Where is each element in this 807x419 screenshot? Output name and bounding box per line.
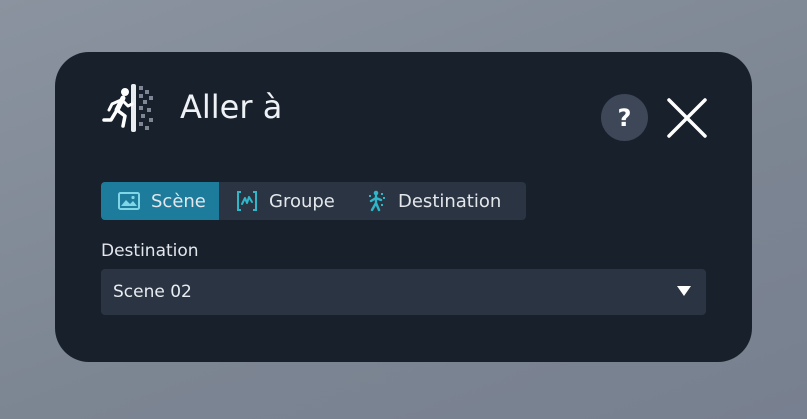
goto-dialog: Aller à ? Scène Groupe Destination Desti… — [55, 52, 752, 362]
close-icon[interactable] — [665, 96, 709, 140]
destination-select[interactable]: Scene 02 — [101, 269, 706, 315]
help-button[interactable]: ? — [601, 94, 648, 141]
tab-scene-label: Scène — [151, 190, 206, 212]
destination-figure-icon — [369, 190, 385, 212]
tab-destination[interactable]: Destination — [348, 182, 526, 220]
target-type-tabs: Scène Groupe Destination — [101, 182, 526, 220]
runner-portal-icon — [102, 84, 153, 132]
tab-groupe[interactable]: Groupe — [219, 182, 348, 220]
destination-select-value: Scene 02 — [113, 282, 192, 302]
tab-destination-label: Destination — [398, 190, 502, 212]
destination-field-label: Destination — [101, 241, 199, 261]
image-icon — [118, 192, 140, 210]
tab-scene[interactable]: Scène — [101, 182, 219, 220]
tab-groupe-label: Groupe — [269, 190, 335, 212]
group-wave-icon — [237, 191, 257, 211]
help-button-label: ? — [617, 103, 632, 132]
caret-down-icon — [677, 286, 691, 296]
dialog-title: Aller à — [180, 88, 283, 126]
